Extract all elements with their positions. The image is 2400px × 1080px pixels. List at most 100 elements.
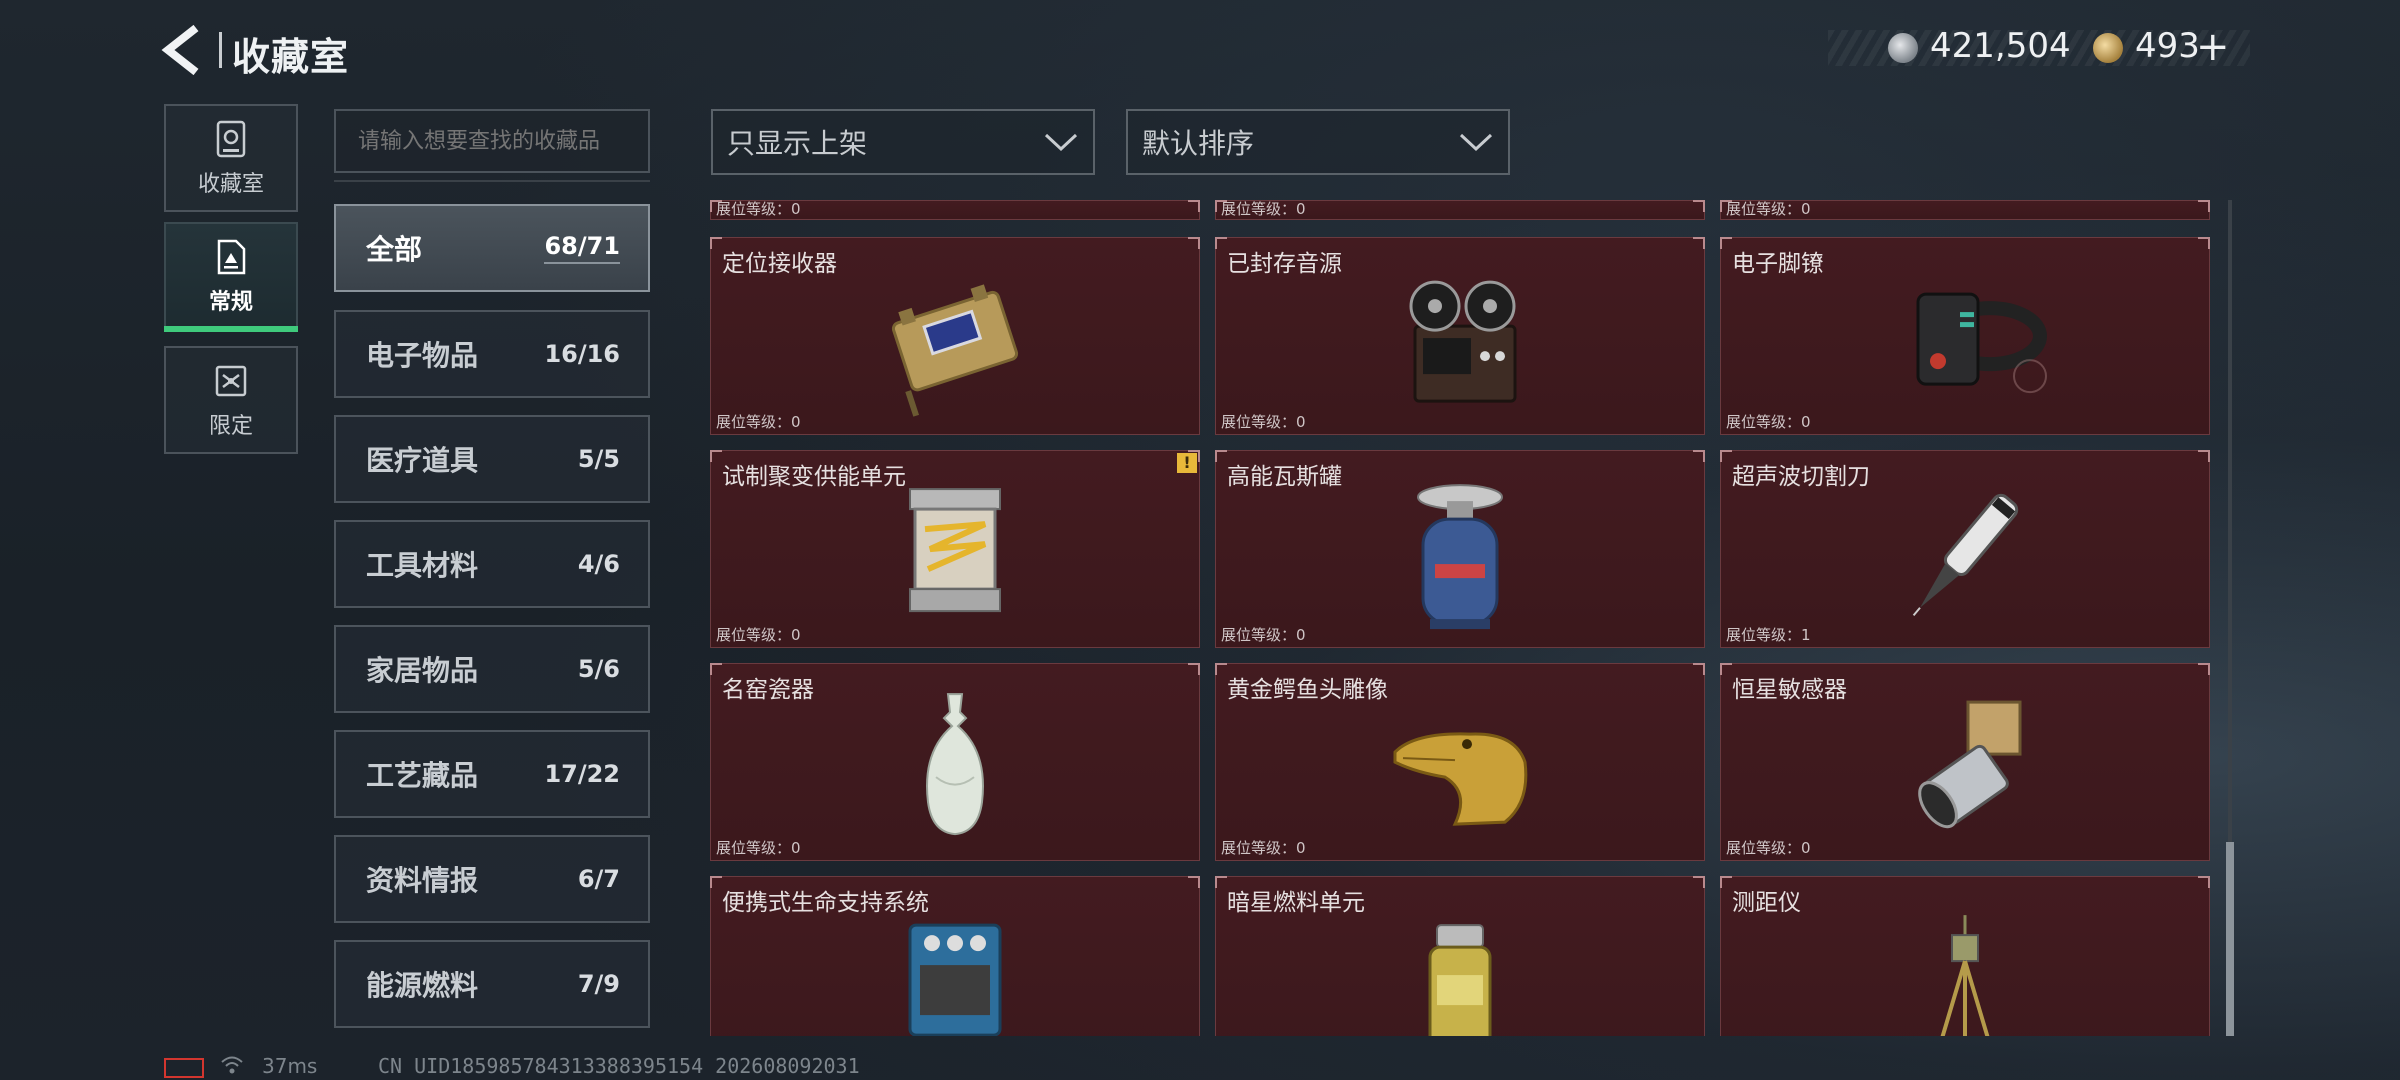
booth-level: 展位等级：1 — [1726, 626, 1811, 644]
collection-card[interactable]: 名窑瓷器 展位等级：0 — [710, 663, 1200, 861]
collection-card-partial[interactable]: 展位等级：0 — [710, 200, 1200, 220]
regular-icon — [217, 239, 246, 275]
item-name: 黄金鳄鱼头雕像 — [1227, 677, 1388, 703]
collection-card[interactable]: 已封存音源 展位等级：0 — [1215, 237, 1705, 435]
reel-recorder-icon — [1409, 280, 1517, 403]
item-name: 暗星燃料单元 — [1227, 890, 1365, 916]
silver-coin-icon — [1888, 33, 1918, 63]
item-name: 恒星敏感器 — [1732, 677, 1847, 703]
ankle-monitor-icon — [1916, 292, 2047, 394]
category-count: 5/5 — [577, 445, 620, 473]
network-ping: 37ms — [262, 1054, 318, 1078]
alert-flag-icon: ! — [1177, 453, 1197, 473]
collection-card[interactable]: 暗星燃料单元 展位等级： — [1215, 876, 1705, 1036]
category-count: 16/16 — [544, 340, 620, 368]
battery-icon — [164, 1058, 204, 1078]
sort-dropdown-value: 默认排序 — [1142, 127, 1255, 160]
ultrasonic-knife-icon — [1912, 493, 2019, 617]
category-count: 17/22 — [544, 760, 620, 788]
nav-collection-label: 收藏室 — [197, 172, 264, 197]
category-all[interactable]: 全部 68/71 — [334, 204, 650, 292]
category-energy[interactable]: 能源燃料 7/9 — [334, 940, 650, 1028]
category-name: 工具材料 — [366, 549, 479, 582]
category-tools[interactable]: 工具材料 4/6 — [334, 520, 650, 608]
category-count: 7/9 — [577, 970, 620, 998]
category-name: 全部 — [366, 233, 423, 266]
item-name: 定位接收器 — [722, 251, 837, 277]
nav-regular[interactable]: 常规 — [164, 222, 298, 332]
item-name: 超声波切割刀 — [1732, 464, 1870, 490]
category-name: 资料情报 — [366, 864, 479, 897]
collection-card[interactable]: 试制聚变供能单元 ! 展位等级：0 — [710, 450, 1200, 648]
back-arrow-icon — [161, 24, 199, 76]
item-name: 测距仪 — [1732, 890, 1801, 916]
vault-icon — [216, 120, 246, 158]
back-button[interactable] — [160, 22, 208, 78]
chevron-down-icon — [1459, 133, 1493, 152]
fusion-unit-icon — [909, 488, 1001, 613]
grid-scrollbar-thumb[interactable] — [2226, 842, 2234, 1036]
gas-canister-icon — [1417, 484, 1503, 630]
collection-card[interactable]: 便携式生命支持系统 展位等级： — [710, 876, 1200, 1036]
nav-limited[interactable]: 限定 — [164, 346, 298, 454]
collection-card[interactable]: 恒星敏感器 展位等级：0 — [1720, 663, 2210, 861]
category-name: 电子物品 — [366, 339, 479, 372]
filter-dropdown[interactable]: 只显示上架 — [711, 109, 1095, 175]
nav-active-indicator — [164, 326, 298, 332]
gold-currency-value: 493 — [2135, 26, 2200, 66]
category-name: 医疗道具 — [366, 444, 479, 477]
fuel-cell-icon — [1428, 924, 1492, 1036]
collection-card[interactable]: 超声波切割刀 展位等级：1 — [1720, 450, 2210, 648]
collection-card-partial[interactable]: 展位等级：0 — [1720, 200, 2210, 220]
star-sensor-icon — [1918, 700, 2022, 829]
collection-card[interactable]: 定位接收器 展位等级：0 — [710, 237, 1200, 435]
booth-level: 展位等级：0 — [716, 626, 801, 644]
category-electronics[interactable]: 电子物品 16/16 — [334, 310, 650, 398]
booth-level: 展位等级：0 — [716, 839, 801, 857]
life-support-icon — [908, 923, 1002, 1036]
add-currency-button[interactable]: + — [2196, 24, 2230, 70]
item-name: 已封存音源 — [1227, 251, 1342, 277]
nav-collection[interactable]: 收藏室 — [164, 104, 298, 212]
page-title: 收藏室 — [232, 35, 350, 79]
category-count: 68/71 — [544, 232, 620, 264]
nav-limited-label: 限定 — [208, 414, 253, 439]
search-divider — [334, 180, 650, 182]
chevron-down-icon — [1044, 133, 1078, 152]
filter-dropdown-value: 只显示上架 — [727, 127, 868, 160]
category-name: 能源燃料 — [366, 969, 479, 1002]
booth-level: 展位等级：0 — [1726, 839, 1811, 857]
porcelain-vase-icon — [926, 693, 984, 836]
item-name: 名窑瓷器 — [722, 677, 814, 703]
category-household[interactable]: 家居物品 5/6 — [334, 625, 650, 713]
booth-level: 展位等级：0 — [1221, 200, 1306, 218]
collection-grid[interactable]: 展位等级：0 展位等级：0 展位等级：0 定位接收器 展位等级：0 已封存音源 — [710, 200, 2210, 1036]
player-uid: CN UID185985784313388395154 202608092031 — [378, 1054, 860, 1078]
search-input[interactable] — [334, 109, 650, 173]
category-intel[interactable]: 资料情报 6/7 — [334, 835, 650, 923]
booth-level: 展位等级：0 — [1726, 200, 1811, 218]
collection-card[interactable]: 电子脚镣 展位等级：0 — [1720, 237, 2210, 435]
gold-crocodile-icon — [1393, 732, 1528, 826]
category-medical[interactable]: 医疗道具 5/5 — [334, 415, 650, 503]
booth-level: 展位等级：0 — [1221, 839, 1306, 857]
receiver-icon — [891, 284, 1019, 417]
nav-regular-label: 常规 — [208, 290, 253, 315]
booth-level: 展位等级：0 — [716, 200, 801, 218]
sort-dropdown[interactable]: 默认排序 — [1126, 109, 1510, 175]
limited-icon — [215, 365, 247, 397]
collection-card[interactable]: 测距仪 展位等级： — [1720, 876, 2210, 1036]
rangefinder-icon — [1940, 915, 1990, 1036]
category-name: 工艺藏品 — [366, 759, 479, 792]
booth-level: 展位等级：0 — [716, 413, 801, 431]
collection-card[interactable]: 黄金鳄鱼头雕像 展位等级：0 — [1215, 663, 1705, 861]
silver-currency-value: 421,504 — [1930, 26, 2071, 66]
gold-coin-icon — [2093, 33, 2123, 63]
booth-level: 展位等级：0 — [1221, 413, 1306, 431]
collection-card[interactable]: 高能瓦斯罐 展位等级：0 — [1215, 450, 1705, 648]
category-crafts[interactable]: 工艺藏品 17/22 — [334, 730, 650, 818]
collection-card-partial[interactable]: 展位等级：0 — [1215, 200, 1705, 220]
category-name: 家居物品 — [366, 654, 479, 687]
booth-level: 展位等级：0 — [1726, 413, 1811, 431]
booth-level: 展位等级：0 — [1221, 626, 1306, 644]
